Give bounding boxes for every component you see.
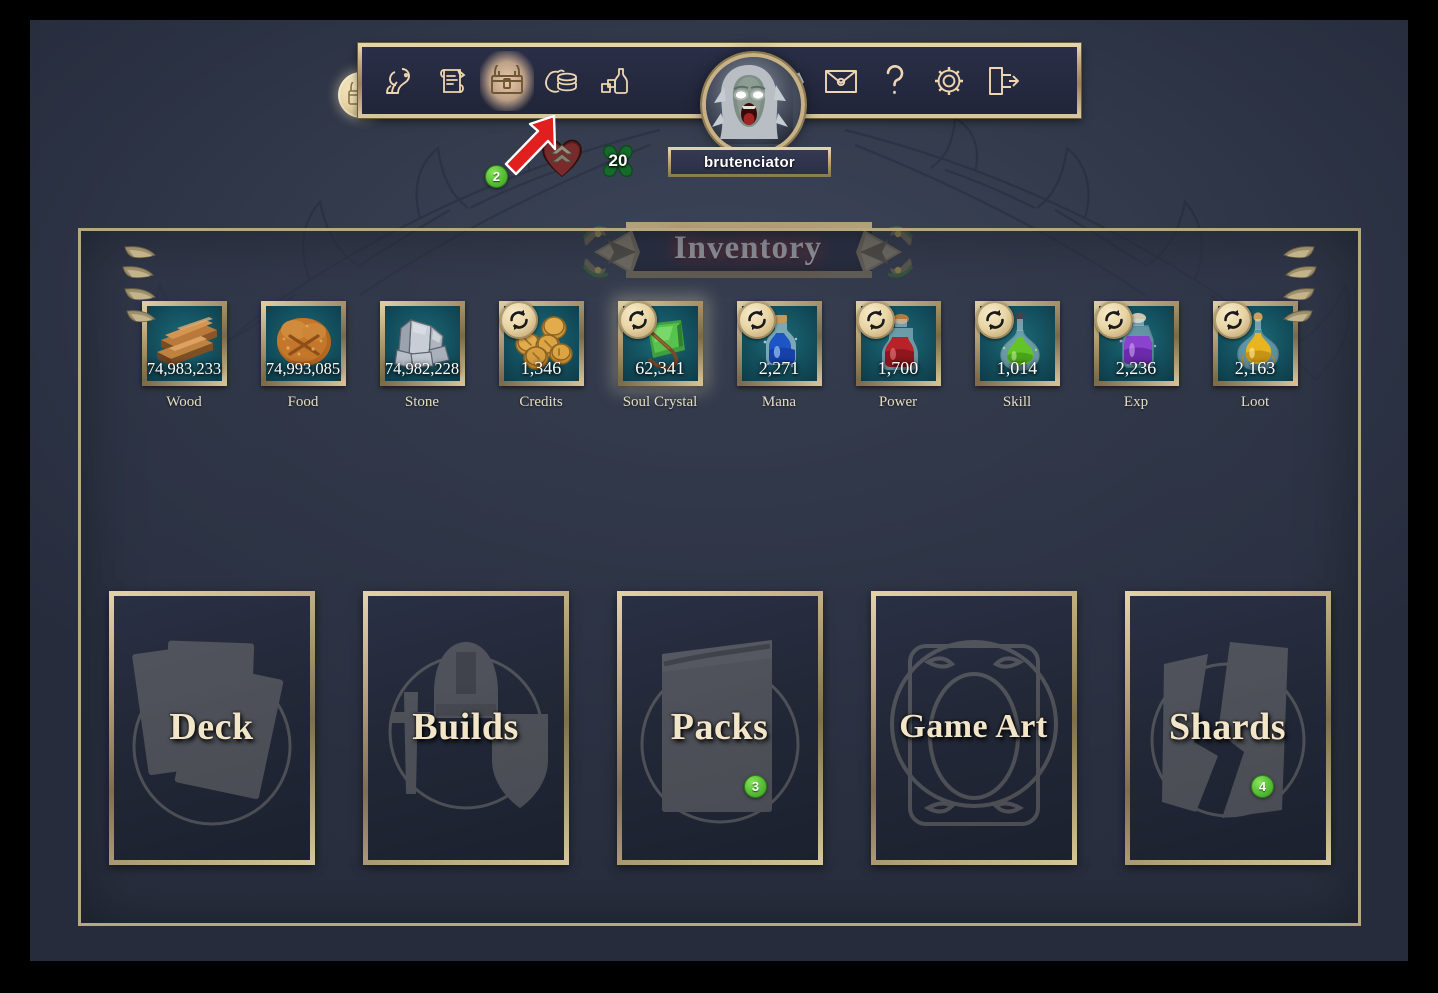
category-card-packs[interactable]: Packs	[616, 591, 823, 865]
resource-label: Credits	[519, 394, 563, 410]
screenshot-root: brutenciator 20 2 3 4 74,983,233 Wood 74…	[0, 0, 1438, 993]
resource-tile-food[interactable]: 74,993,085 Food	[259, 301, 347, 411]
claw-ornament-right	[1274, 241, 1320, 336]
toolbar-button-crafting[interactable]	[588, 51, 642, 111]
clover-counter[interactable]: 20	[595, 140, 641, 182]
toolbar-button-quests[interactable]	[426, 51, 480, 111]
inventory-panel: 74,983,233 Wood 74,993,085 Food 74,982,2…	[78, 228, 1361, 926]
gear-icon	[932, 64, 966, 98]
resource-tile-credits[interactable]: 1,346 Credits	[497, 301, 585, 411]
game-window: brutenciator 20 2 3 4 74,983,233 Wood 74…	[30, 20, 1408, 961]
toolbar-button-settings[interactable]	[922, 51, 976, 111]
player-username: brutenciator	[703, 153, 796, 171]
resource-label: Soul Crystal	[622, 394, 698, 410]
creature-icon	[382, 64, 416, 98]
recycle-icon[interactable]	[1094, 301, 1133, 339]
toolbar-button-creature[interactable]	[372, 51, 426, 111]
resource-label: Stone	[404, 394, 440, 410]
resource-label: Loot	[1240, 394, 1270, 410]
resource-label: Power	[878, 394, 918, 410]
category-card-builds[interactable]: Builds	[362, 591, 569, 865]
resource-strip: 74,983,233 Wood 74,993,085 Food 74,982,2…	[81, 301, 1358, 411]
resource-amount: 1,346	[520, 358, 562, 378]
resource-tile-power[interactable]: 1,700 Power	[854, 301, 942, 411]
resource-amount: 1,014	[996, 358, 1038, 378]
category-card-label: Packs	[670, 706, 769, 749]
category-card-row: Deck Builds Packs Game Art Shards	[81, 591, 1358, 865]
category-card-label: Game Art	[899, 708, 1048, 746]
claw-ornament-left	[119, 241, 165, 336]
step-badge-3: 3	[744, 775, 767, 798]
recycle-icon[interactable]	[975, 301, 1014, 339]
category-card-game-art[interactable]: Game Art	[870, 591, 1077, 865]
resource-amount: 2,271	[758, 358, 800, 378]
player-nameplate: brutenciator	[668, 147, 831, 177]
recycle-icon[interactable]	[618, 301, 657, 339]
category-card-label: Deck	[169, 706, 254, 749]
treasure-chest-icon	[489, 64, 525, 97]
toolbar-button-inventory[interactable]	[480, 50, 534, 111]
exit-door-icon	[986, 65, 1020, 97]
potion-bottle-icon	[598, 64, 632, 98]
scroll-quill-icon	[436, 64, 470, 98]
toolbar-button-logout[interactable]	[976, 51, 1030, 111]
category-card-shards[interactable]: Shards	[1124, 591, 1331, 865]
resource-tile-skill[interactable]: 1,014 Skill	[973, 301, 1061, 411]
resource-label: Exp	[1123, 394, 1149, 410]
resource-label: Food	[287, 394, 319, 410]
category-card-deck[interactable]: Deck	[108, 591, 315, 865]
red-pointer-arrow	[496, 112, 564, 180]
resource-amount: 1,700	[877, 358, 919, 378]
resource-label: Mana	[761, 394, 797, 410]
avatar[interactable]	[702, 53, 805, 156]
recycle-icon[interactable]	[856, 301, 895, 339]
resource-tile-mana[interactable]: 2,271 Mana	[735, 301, 823, 411]
toolbar-button-shop[interactable]	[534, 51, 588, 111]
clover-count: 20	[608, 151, 628, 170]
resource-label: Wood	[166, 394, 202, 410]
banshee-portrait-avatar	[706, 57, 793, 144]
resource-amount: 62,341	[635, 358, 685, 378]
toolbar-button-mail[interactable]	[814, 51, 868, 111]
recycle-icon[interactable]	[737, 301, 776, 339]
toolbar-button-help[interactable]	[868, 51, 922, 111]
resource-tile-exp[interactable]: 2,236 Exp	[1092, 301, 1180, 411]
resource-label: Skill	[1002, 394, 1032, 410]
category-card-label: Builds	[412, 706, 519, 749]
resource-amount: 2,163	[1234, 358, 1276, 378]
category-card-label: Shards	[1168, 706, 1287, 749]
resource-amount: 2,236	[1115, 358, 1157, 378]
resource-amount: 74,993,085	[265, 359, 341, 378]
resource-tile-stone[interactable]: 74,982,228 Stone	[378, 301, 466, 411]
recycle-icon[interactable]	[499, 301, 538, 339]
coin-pouch-icon	[543, 65, 579, 97]
question-mark-icon	[880, 63, 910, 99]
recycle-icon[interactable]	[1213, 301, 1252, 339]
envelope-icon	[823, 67, 859, 95]
resource-amount: 74,983,233	[146, 359, 222, 378]
resource-amount: 74,982,228	[384, 359, 460, 378]
resource-tile-soul-crystal[interactable]: 62,341 Soul Crystal	[616, 301, 704, 411]
step-badge-4: 4	[1251, 775, 1274, 798]
